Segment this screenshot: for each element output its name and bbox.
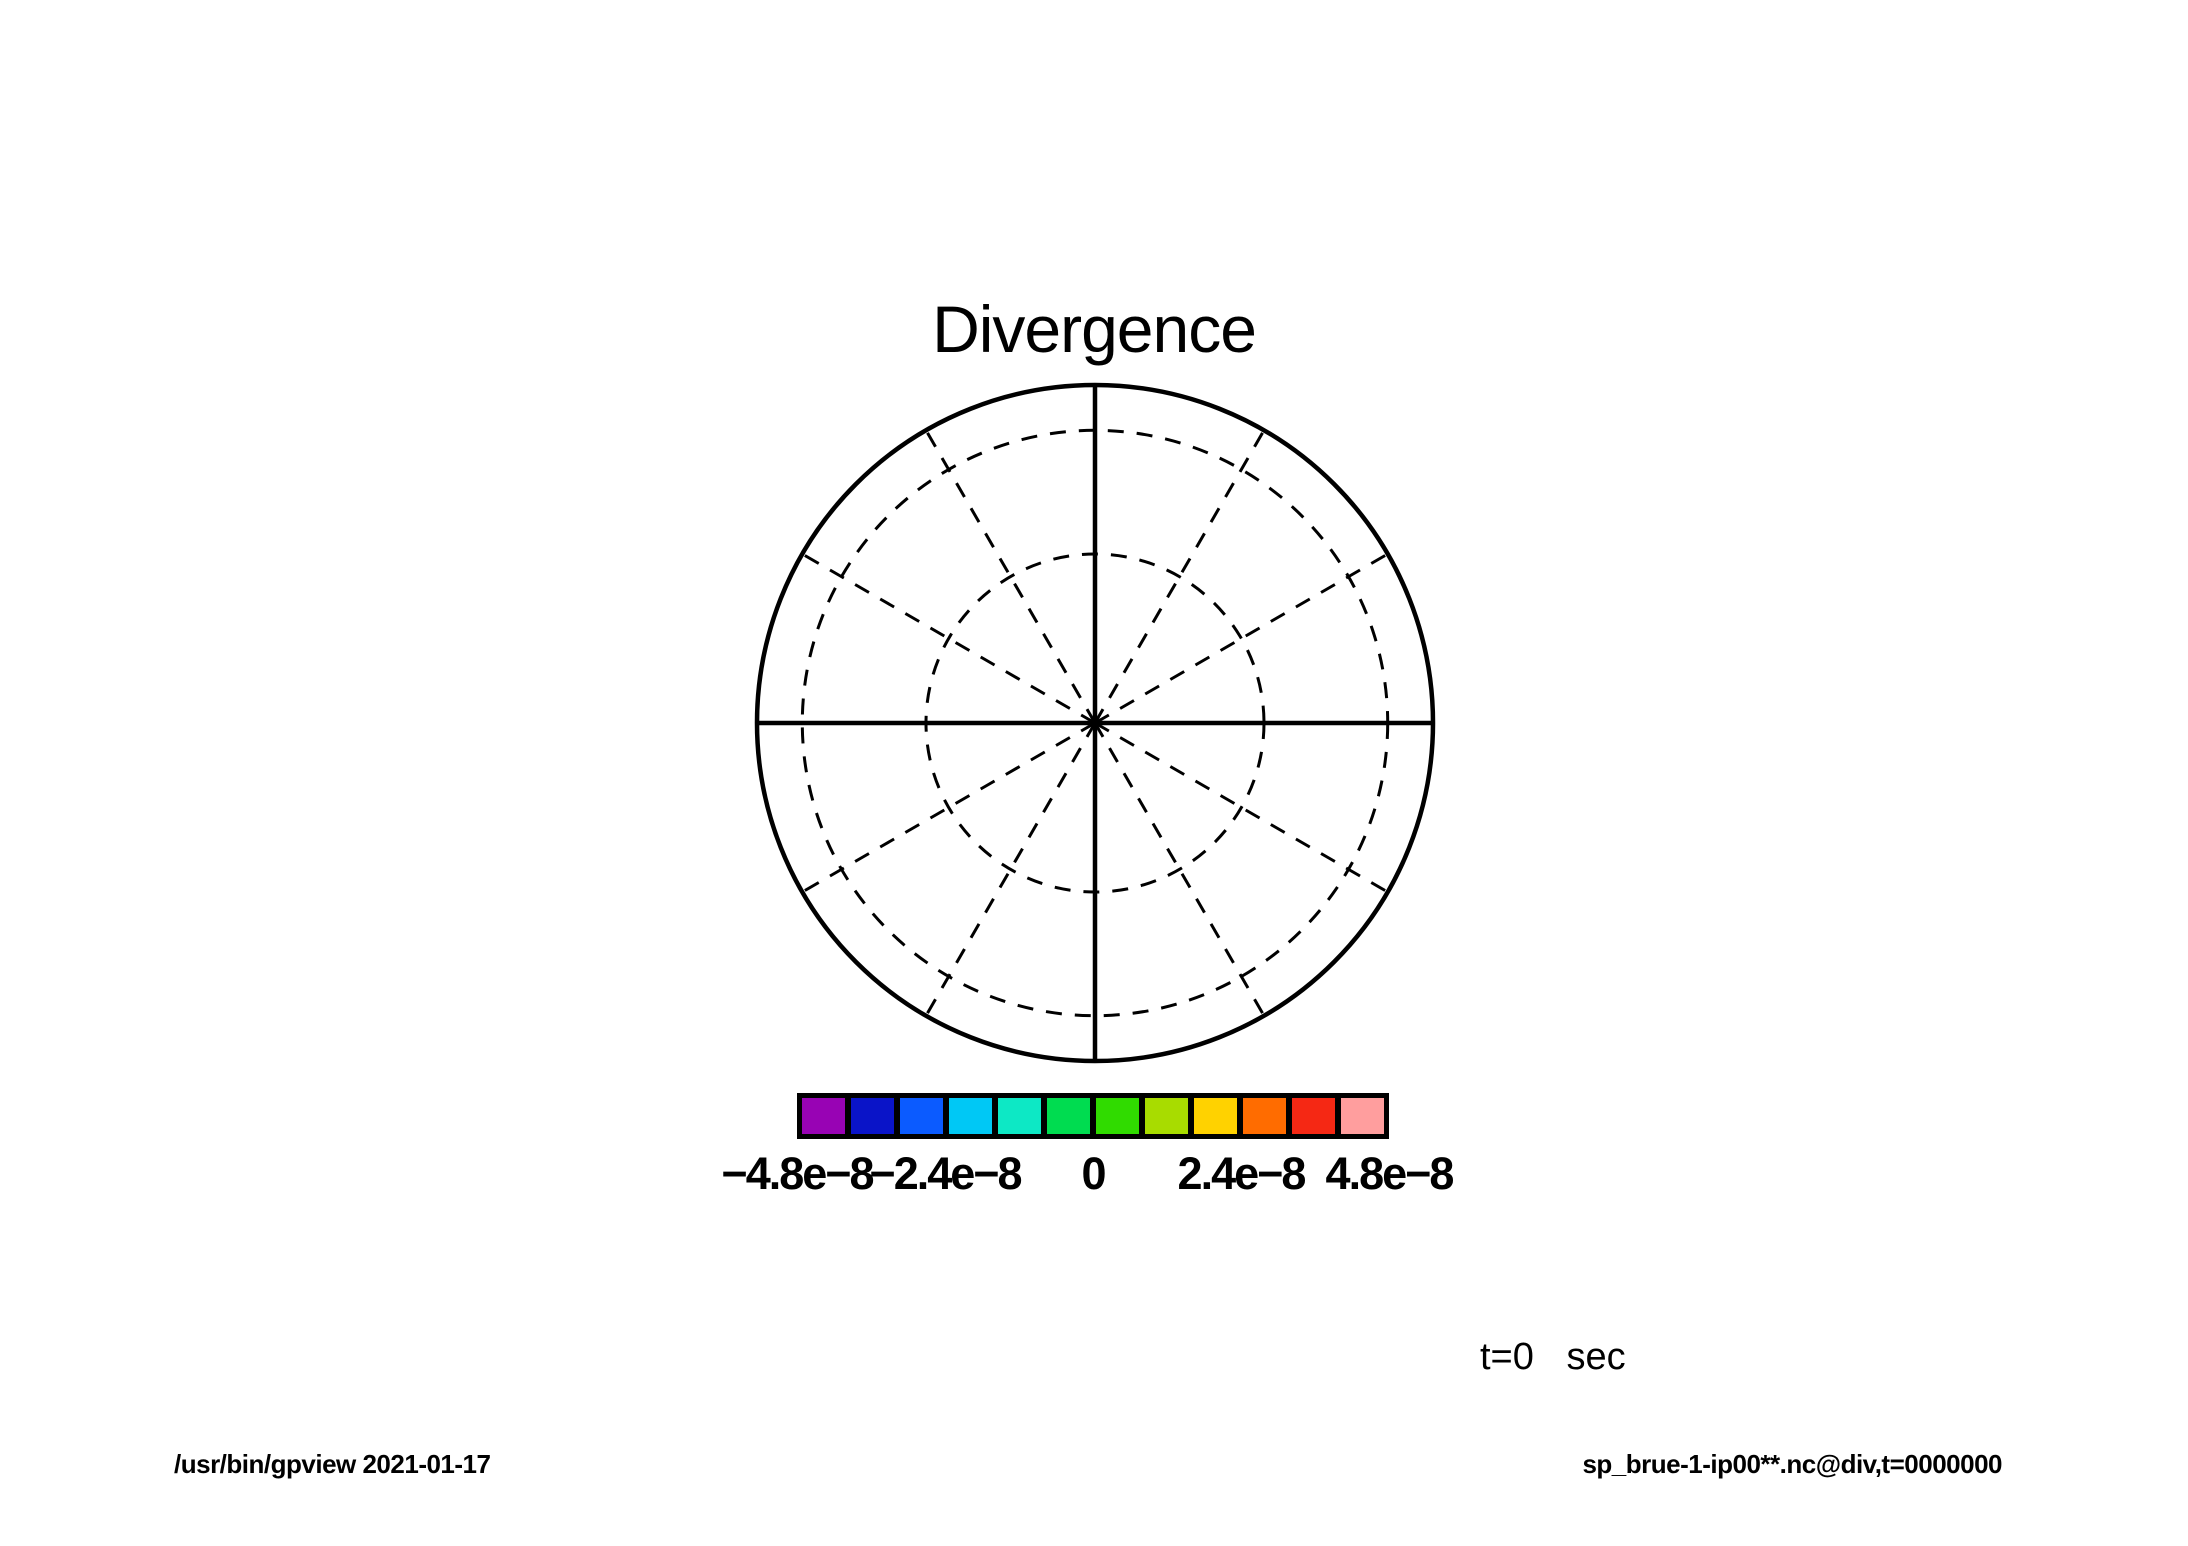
colorbar-cell xyxy=(1240,1095,1289,1137)
colorbar xyxy=(797,1093,1389,1139)
colorbar-tick-label: −4.8e−8 xyxy=(721,1148,872,1200)
time-label: t=0 sec xyxy=(1480,1336,1626,1379)
colorbar-cell xyxy=(1191,1095,1240,1137)
colorbar-cell xyxy=(946,1095,995,1137)
colorbar-tick-label: 4.8e−8 xyxy=(1326,1148,1453,1200)
colorbar-cell xyxy=(995,1095,1044,1137)
colorbar-cell xyxy=(799,1095,848,1137)
polar-plot xyxy=(745,373,1445,1073)
colorbar-tick-label: −2.4e−8 xyxy=(869,1148,1020,1200)
page-title: Divergence xyxy=(932,291,1256,367)
colorbar-cell xyxy=(1338,1095,1387,1137)
colorbar-tick-label: 2.4e−8 xyxy=(1178,1148,1305,1200)
colorbar-tick-label: 0 xyxy=(1081,1148,1104,1200)
colorbar-ticks: −4.8e−8−2.4e−802.4e−84.8e−8 xyxy=(797,1148,1389,1200)
dataset-label: sp_brue-1-ip00**.nc@div,t=0000000 xyxy=(1582,1449,2002,1480)
command-date-label: /usr/bin/gpview 2021-01-17 xyxy=(174,1449,490,1480)
colorbar-cell xyxy=(1044,1095,1093,1137)
colorbar-cell xyxy=(1289,1095,1338,1137)
colorbar-cell xyxy=(897,1095,946,1137)
colorbar-cell xyxy=(1093,1095,1142,1137)
colorbar-cell xyxy=(1142,1095,1191,1137)
colorbar-cell xyxy=(848,1095,897,1137)
